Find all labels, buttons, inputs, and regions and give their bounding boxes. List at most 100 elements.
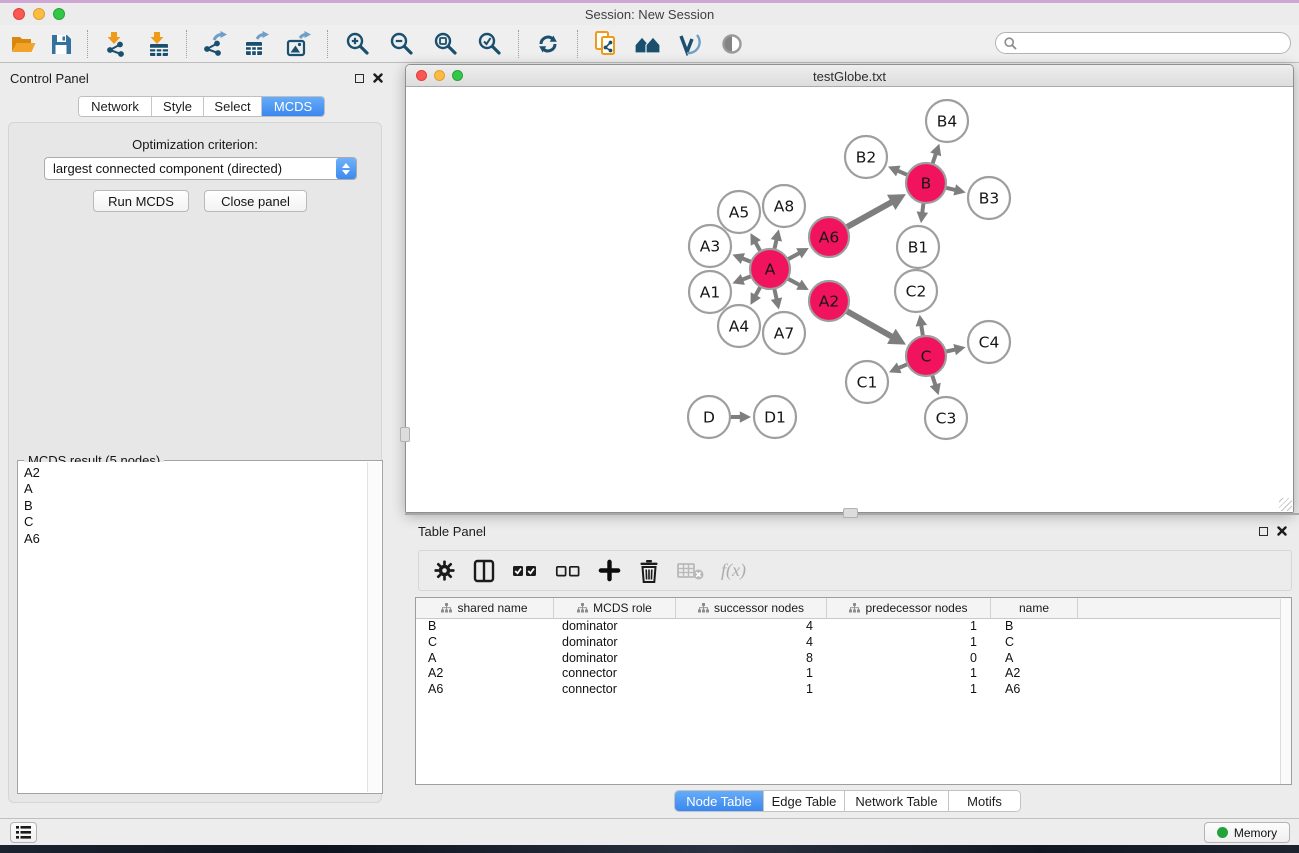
graph-edge[interactable] [750,233,760,252]
criterion-dropdown[interactable]: largest connected component (directed) [44,157,357,180]
graph-edge[interactable] [750,286,760,305]
table-cell[interactable]: A6 [991,682,1078,698]
table-row[interactable]: Cdominator41C [416,635,1291,651]
graph-node-B4[interactable]: B4 [926,100,968,142]
graph-edge[interactable] [732,253,752,264]
table-cell[interactable]: A2 [416,666,554,682]
refresh-button[interactable] [526,27,570,61]
table-cell[interactable]: 4 [676,635,827,651]
select-all-button checked-boxes-icon[interactable] [512,559,538,583]
graph-node-A3[interactable]: A3 [689,225,731,267]
tab-network-table[interactable]: Network Table [845,791,949,811]
zoom-fit-button[interactable] [423,27,467,61]
table-cell[interactable]: 1 [827,682,991,698]
close-panel-button[interactable]: Close panel [204,190,307,212]
run-mcds-button[interactable]: Run MCDS [93,190,189,212]
tab-network[interactable]: Network [79,97,152,116]
tab-edge-table[interactable]: Edge Table [764,791,845,811]
tab-node-table[interactable]: Node Table [675,791,764,811]
graph-node-C4[interactable]: C4 [968,321,1010,363]
table-cell[interactable]: A [991,651,1078,667]
graph-edge[interactable] [945,344,966,355]
graph-edge[interactable] [846,310,906,344]
table-cell[interactable]: 1 [676,682,827,698]
mcds-result-item[interactable]: A2 [19,465,366,481]
table-cell[interactable]: dominator [554,619,676,635]
function-builder-button fx-icon[interactable]: f(x) [721,560,746,581]
table-cell[interactable]: 1 [827,666,991,682]
graph-edge[interactable] [732,274,752,285]
deselect-all-button unchecked-boxes-icon[interactable] [555,559,581,583]
table-row[interactable]: A6connector11A6 [416,682,1291,698]
graph-node-A[interactable]: A [750,249,790,289]
mcds-result-item[interactable]: A6 [19,531,366,547]
close-panel-icon[interactable] [373,73,383,83]
hide-details-button[interactable] [669,27,711,61]
graph-node-A2[interactable]: A2 [809,281,849,321]
table-row[interactable]: A2connector11A2 [416,666,1291,682]
graph-node-A5[interactable]: A5 [718,191,760,233]
network-from-selection-button[interactable] [585,27,627,61]
graph-edge[interactable] [889,362,909,373]
memory-button[interactable]: Memory [1204,822,1290,843]
mcds-result-item[interactable]: B [19,498,366,514]
network-canvas[interactable]: B4B2BB3A8A5A6A3B1AC2A1A2A4A7C4CC1DD1C3 [406,88,1293,512]
float-panel-icon[interactable] [355,74,364,83]
delete-column-button trash-icon[interactable] [638,559,660,583]
mcds-result-item[interactable]: C [19,514,366,530]
column-header-predecessor-nodes[interactable]: predecessor nodes [827,598,991,618]
mcds-result-item[interactable]: A [19,481,366,497]
split-grip-vertical[interactable] [400,427,410,442]
graph-node-A6[interactable]: A6 [809,217,849,257]
zoom-in-button[interactable] [335,27,379,61]
graph-edge[interactable] [771,288,782,310]
window-resize-handle[interactable] [1279,498,1292,511]
close-panel-icon[interactable] [1277,526,1287,536]
zoom-selected-button[interactable] [467,27,511,61]
graph-node-A1[interactable]: A1 [689,271,731,313]
graph-node-D[interactable]: D [688,396,730,438]
table-cell[interactable]: A [416,651,554,667]
graph-node-C2[interactable]: C2 [895,270,937,312]
mcds-result-scrollbar[interactable] [367,462,381,792]
graph-node-C1[interactable]: C1 [846,361,888,403]
tab-style[interactable]: Style [152,97,204,116]
show-graphics-details-button[interactable] [711,27,753,61]
graph-edge[interactable] [944,184,965,195]
table-cell[interactable]: 1 [676,666,827,682]
delete-table-button table-delete-icon[interactable] [677,560,704,582]
table-cell[interactable]: connector [554,666,676,682]
graph-node-B3[interactable]: B3 [968,177,1010,219]
export-table-button[interactable] [236,27,278,61]
graph-node-B1[interactable]: B1 [897,226,939,268]
graph-node-A8[interactable]: A8 [763,185,805,227]
open-file-button[interactable] [4,27,42,61]
graph-node-C[interactable]: C [906,336,946,376]
graph-edge[interactable] [930,374,941,395]
table-cell[interactable]: 4 [676,619,827,635]
graph-edge[interactable] [787,278,809,290]
table-row[interactable]: Adominator80A [416,651,1291,667]
show-columns-button columns-icon[interactable] [473,559,495,583]
table-cell[interactable]: C [416,635,554,651]
graph-node-C3[interactable]: C3 [925,397,967,439]
export-network-button[interactable] [194,27,236,61]
table-cell[interactable]: 1 [827,619,991,635]
add-column-button plus-icon[interactable] [598,559,621,582]
graph-node-B[interactable]: B [906,163,946,203]
command-panel-button[interactable] [10,822,37,843]
table-cell[interactable]: dominator [554,635,676,651]
graph-node-A4[interactable]: A4 [718,305,760,347]
tab-select[interactable]: Select [204,97,262,116]
graph-edge[interactable] [930,144,941,165]
column-header-name[interactable]: name [991,598,1078,618]
table-cell[interactable]: A2 [991,666,1078,682]
import-network-button[interactable] [95,27,137,61]
tab-motifs[interactable]: Motifs [949,791,1020,811]
graph-edge[interactable] [771,229,782,250]
table-row[interactable]: Bdominator41B [416,619,1291,635]
graph-node-B2[interactable]: B2 [845,136,887,178]
graph-edge[interactable] [846,194,906,228]
zoom-out-button[interactable] [379,27,423,61]
table-scrollbar[interactable] [1280,599,1291,784]
